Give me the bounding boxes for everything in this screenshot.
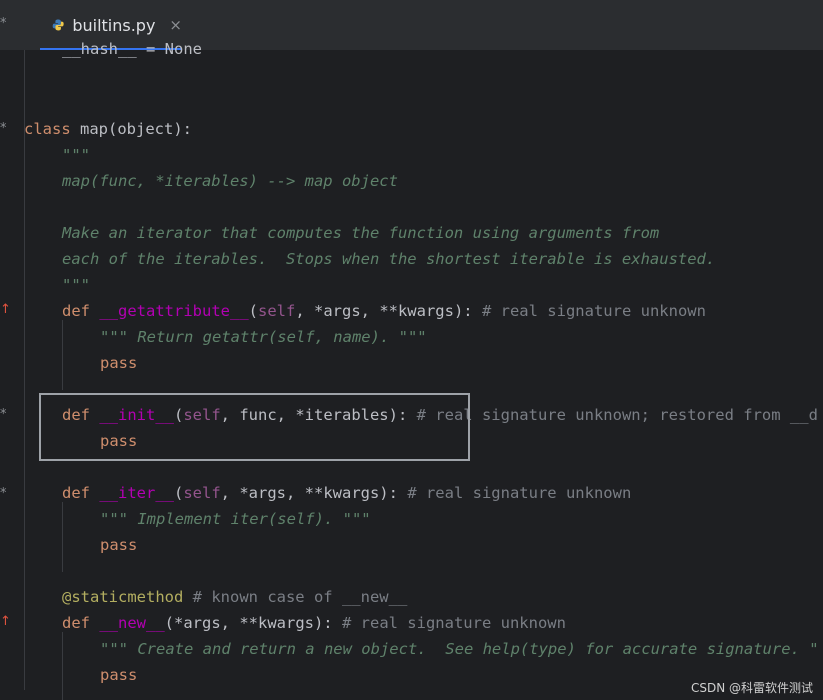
gutter-arrow-icon[interactable]: ↑ <box>0 302 11 317</box>
code-line: """ <box>62 276 90 294</box>
close-icon[interactable]: × <box>169 16 182 34</box>
code-line: """ Return getattr(self, name). """ <box>100 328 427 346</box>
gutter-override-mark[interactable]: * <box>0 407 7 422</box>
code-line: """ Create and return a new object. See … <box>100 640 819 658</box>
code-line: class map(object): <box>24 120 192 138</box>
code-line: @staticmethod # known case of __new__ <box>62 588 408 606</box>
code-editor[interactable]: * ↑ * * ↑ __hash__ = None class map(obje… <box>0 40 823 700</box>
indent-guide <box>24 50 25 690</box>
code-line: pass <box>100 354 138 372</box>
code-line: map(func, *iterables) --> map object <box>62 172 398 190</box>
code-line: pass <box>100 666 138 684</box>
code-line: """ Implement iter(self). """ <box>100 510 371 528</box>
code-line: """ <box>62 146 90 164</box>
code-line: each of the iterables. Stops when the sh… <box>62 250 716 268</box>
gutter-override-mark[interactable]: * <box>0 121 7 136</box>
code-line: def __getattribute__(self, *args, **kwar… <box>62 302 706 320</box>
tabbar-edge-mark: * <box>0 16 7 31</box>
indent-guide <box>62 502 63 572</box>
annotation-highlight-box <box>39 393 470 461</box>
code-line: pass <box>100 536 138 554</box>
code-line: __hash__ = None <box>62 40 202 58</box>
code-line: Make an iterator that computes the funct… <box>62 224 660 242</box>
tab-label: builtins.py <box>72 15 156 35</box>
indent-guide <box>62 320 63 390</box>
watermark: CSDN @科雷软件测试 <box>690 681 813 695</box>
indent-guide <box>62 632 63 700</box>
python-icon <box>52 19 64 31</box>
gutter-arrow-icon[interactable]: ↑ <box>0 614 11 629</box>
code-line: def __iter__(self, *args, **kwargs): # r… <box>62 484 632 502</box>
code-line: def __new__(*args, **kwargs): # real sig… <box>62 614 566 632</box>
gutter-override-mark[interactable]: * <box>0 486 7 501</box>
